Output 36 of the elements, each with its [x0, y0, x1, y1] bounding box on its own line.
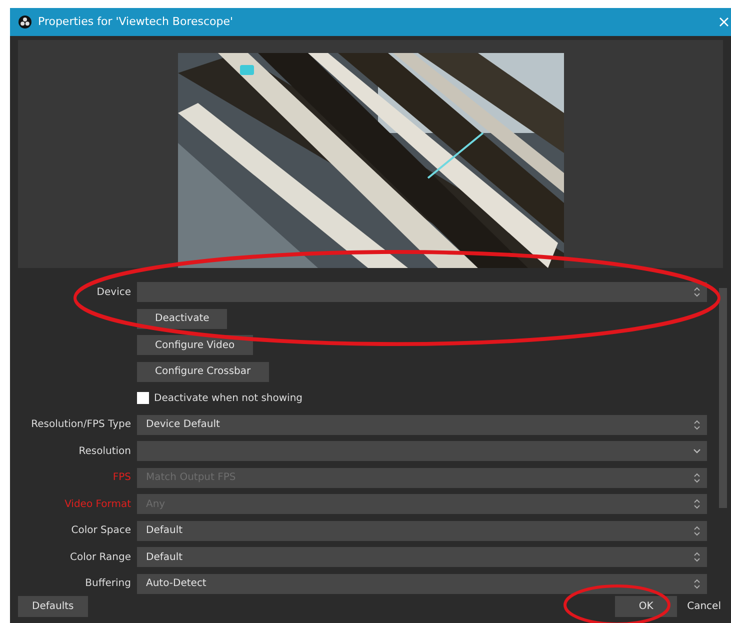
- checkbox-label: Deactivate when not showing: [154, 392, 303, 404]
- field-value: Device Default: [146, 419, 221, 430]
- field-value: Auto-Detect: [146, 578, 208, 590]
- field-label: Buffering: [84, 578, 132, 590]
- checkbox[interactable]: [137, 392, 149, 404]
- defaults-button[interactable]: Defaults: [18, 596, 88, 617]
- action-button[interactable]: Configure Video: [137, 335, 253, 356]
- combo-box[interactable]: Default: [137, 547, 707, 568]
- field-label: Device: [96, 286, 132, 298]
- spin-arrows-icon: [693, 578, 701, 590]
- spin-arrows-icon: [693, 498, 701, 510]
- field-label: Color Space: [70, 525, 132, 536]
- spin-arrows-icon: [693, 286, 701, 298]
- field-value: Default: [146, 552, 184, 563]
- spin-arrows-icon: [693, 472, 701, 484]
- combo-box[interactable]: Device Default: [137, 414, 707, 435]
- spin-arrows-icon: [693, 524, 701, 537]
- field-label: Resolution/FPS Type: [30, 419, 132, 430]
- close-icon[interactable]: [719, 16, 729, 27]
- field-value: Default: [146, 525, 184, 536]
- spin-arrows-icon: [693, 551, 701, 564]
- dialog-button[interactable]: OK: [615, 596, 678, 617]
- window-title: Properties for 'Viewtech Borescope': [38, 15, 234, 28]
- dialog-button[interactable]: Cancel: [683, 596, 731, 617]
- field-label: FPS: [112, 472, 132, 484]
- app-icon: [18, 14, 32, 29]
- spin-arrows-icon: [693, 418, 701, 431]
- field-label: Color Range: [69, 552, 132, 563]
- field-label: Resolution: [78, 446, 132, 457]
- combo-box[interactable]: [137, 441, 707, 462]
- combo-box[interactable]: Default: [137, 520, 707, 541]
- combo-box[interactable]: Auto-Detect: [137, 574, 707, 594]
- field-label: Video Format: [64, 498, 132, 510]
- action-button[interactable]: Deactivate: [137, 308, 228, 329]
- combo-box[interactable]: [137, 282, 707, 302]
- action-button[interactable]: Configure Crossbar: [137, 362, 269, 382]
